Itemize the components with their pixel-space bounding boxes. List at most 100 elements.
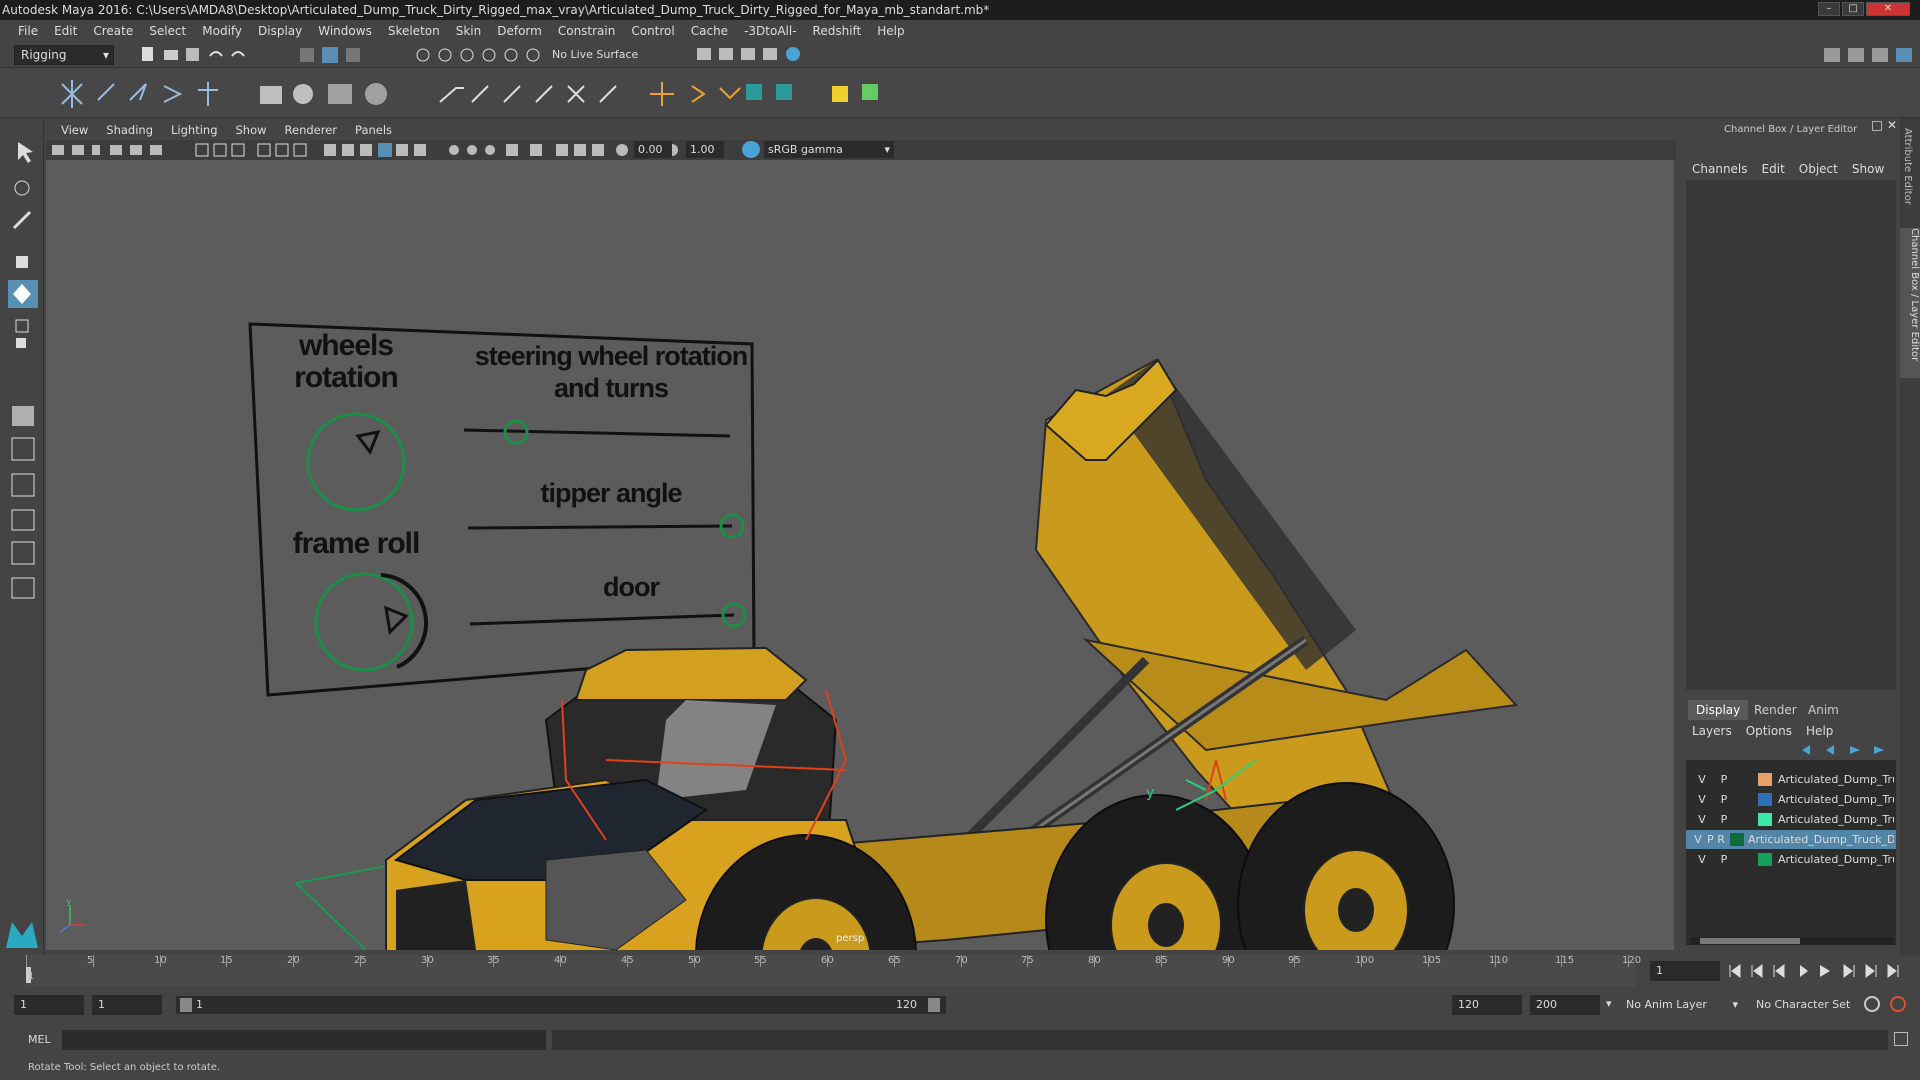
viewport-menu-shading[interactable]: Shading <box>97 123 162 137</box>
menu-skin[interactable]: Skin <box>448 24 490 38</box>
timeline-tick-label: 85 <box>1155 955 1168 966</box>
layer-color-swatch[interactable] <box>1758 853 1772 866</box>
chevron-down-icon[interactable]: ▾ <box>1606 997 1612 1010</box>
layer-playback-toggle[interactable]: P <box>1716 770 1732 789</box>
layer-row-selected[interactable]: V P R Articulated_Dump_Truck_Dirt <box>1686 830 1896 849</box>
range-end-handle[interactable] <box>928 998 940 1012</box>
layer-playback-toggle[interactable]: P <box>1716 810 1732 829</box>
channel-box-tab[interactable]: Channel Box / Layer Editor <box>1900 228 1920 378</box>
layer-menu-options[interactable]: Options <box>1746 724 1792 738</box>
layer-scrollbar[interactable] <box>1690 937 1894 945</box>
channel-box-menu-show[interactable]: Show <box>1852 162 1884 176</box>
layer-playback-toggle[interactable]: P R <box>1704 830 1728 849</box>
color-space-dropdown[interactable]: sRGB gamma ▾ <box>764 141 894 158</box>
viewport-menu-view[interactable]: View <box>52 123 97 137</box>
float-panel-icon[interactable] <box>1872 121 1882 131</box>
layer-visibility-toggle[interactable]: V <box>1694 770 1710 789</box>
time-slider[interactable]: 1 5 10 15 20 25 30 35 40 45 50 55 60 65 70 75 80 85 90 95 1… <box>0 955 1920 987</box>
perspective-viewport[interactable]: y wheels rotation steering wheel rotatio… <box>46 160 1674 950</box>
current-frame-field[interactable]: 1 <box>1650 961 1720 981</box>
menu-file[interactable]: File <box>10 24 46 38</box>
layer-color-swatch[interactable] <box>1758 793 1772 806</box>
menu-set-dropdown[interactable]: Rigging ▾ <box>14 45 114 65</box>
layout-icons[interactable] <box>1820 44 1916 66</box>
menu-select[interactable]: Select <box>141 24 194 38</box>
tab-render[interactable]: Render <box>1746 700 1805 720</box>
channel-box-menu-edit[interactable]: Edit <box>1762 162 1785 176</box>
viewport-toolbar-icons <box>52 143 678 157</box>
animation-end-field[interactable]: 200 <box>1530 995 1600 1015</box>
menu-edit[interactable]: Edit <box>46 24 85 38</box>
range-slider[interactable]: 1 120 <box>176 996 946 1014</box>
select-component-icon <box>346 48 360 62</box>
mel-label[interactable]: MEL <box>28 1033 51 1046</box>
command-input[interactable] <box>62 1030 546 1050</box>
layer-color-swatch[interactable] <box>1730 833 1744 846</box>
script-editor-icon[interactable] <box>1894 1032 1908 1046</box>
attribute-editor-tab[interactable]: Attribute Editor <box>1902 128 1913 205</box>
layer-color-swatch[interactable] <box>1758 773 1772 786</box>
channel-box-menu-channels[interactable]: Channels <box>1692 162 1748 176</box>
layer-playback-toggle[interactable]: P <box>1716 790 1732 809</box>
preferences-icon[interactable] <box>1890 996 1906 1012</box>
viewport-menu-renderer[interactable]: Renderer <box>276 123 347 137</box>
menu-display[interactable]: Display <box>250 24 310 38</box>
auto-key-icon[interactable] <box>1864 996 1880 1012</box>
save-scene-icon <box>186 48 199 61</box>
menu-create[interactable]: Create <box>85 24 141 38</box>
viewport-menu-show[interactable]: Show <box>227 123 276 137</box>
anim-layer-dropdown[interactable]: No Anim Layer ▾ <box>1622 995 1740 1015</box>
playback-end-field[interactable]: 120 <box>1452 995 1522 1015</box>
menu-help[interactable]: Help <box>869 24 912 38</box>
menu-constrain[interactable]: Constrain <box>550 24 624 38</box>
menu-skeleton[interactable]: Skeleton <box>380 24 448 38</box>
channel-box-icon <box>1896 48 1912 62</box>
menu-control[interactable]: Control <box>623 24 682 38</box>
layer-visibility-toggle[interactable]: V <box>1694 850 1710 869</box>
layer-scrollbar-thumb[interactable] <box>1700 938 1800 944</box>
close-panel-icon[interactable]: ✕ <box>1887 118 1897 132</box>
grid-icon <box>195 143 209 157</box>
range-start-handle[interactable] <box>180 998 192 1012</box>
animation-start-field[interactable]: 1 <box>14 995 84 1015</box>
frame-roll-label: frame roll <box>292 527 421 560</box>
menu-3dtoall[interactable]: -3DtoAll- <box>736 24 804 38</box>
layer-row[interactable]: V P Articulated_Dump_Truc <box>1686 850 1896 869</box>
select-object-icon <box>322 47 338 63</box>
tab-anim[interactable]: Anim <box>1800 700 1847 720</box>
maximize-button[interactable]: □ <box>1842 2 1864 16</box>
menu-cache[interactable]: Cache <box>683 24 736 38</box>
viewport-menu-panels[interactable]: Panels <box>346 123 401 137</box>
layer-visibility-toggle[interactable]: V <box>1694 790 1710 809</box>
layer-visibility-toggle[interactable]: V <box>1694 810 1710 829</box>
layer-color-swatch[interactable] <box>1758 813 1772 826</box>
tab-display[interactable]: Display <box>1688 700 1749 720</box>
layer-menu-layers[interactable]: Layers <box>1692 724 1732 738</box>
layer-tool-icons[interactable] <box>1796 742 1896 758</box>
menu-redshift[interactable]: Redshift <box>805 24 870 38</box>
live-surface-field[interactable]: No Live Surface <box>552 46 662 64</box>
layer-playback-toggle[interactable]: P <box>1716 850 1732 869</box>
exposure-field[interactable]: 0.00 <box>634 141 672 158</box>
view-axis-triad <box>59 905 86 933</box>
layer-row[interactable]: V P Articulated_Dump_Truc <box>1686 790 1896 809</box>
gamma-field[interactable]: 1.00 <box>686 141 724 158</box>
playback-start-field[interactable]: 1 <box>92 995 162 1015</box>
character-set-dropdown[interactable]: No Character Set <box>1752 995 1868 1015</box>
menu-windows[interactable]: Windows <box>310 24 380 38</box>
viewport-menu-lighting[interactable]: Lighting <box>162 123 226 137</box>
layer-menu-help[interactable]: Help <box>1806 724 1833 738</box>
menu-modify[interactable]: Modify <box>194 24 250 38</box>
layer-row[interactable]: V P Articulated_Dump_Truc <box>1686 810 1896 829</box>
resolution-gate-icon <box>231 143 245 157</box>
timeline-tick-label: 115 <box>1555 955 1575 966</box>
channel-box-menu-object[interactable]: Object <box>1799 162 1838 176</box>
channel-box-list[interactable] <box>1686 180 1896 690</box>
close-button[interactable]: ✕ <box>1866 2 1910 16</box>
minimize-button[interactable]: – <box>1818 2 1840 16</box>
time-slider-track[interactable]: 1 5 10 15 20 25 30 35 40 45 50 55 60 65 70 75 80 85 90 95 1… <box>26 955 1641 987</box>
joint-tool-icon <box>61 80 83 108</box>
menu-deform[interactable]: Deform <box>489 24 550 38</box>
color-management-icon[interactable] <box>742 141 760 158</box>
layer-row[interactable]: V P Articulated_Dump_Truc <box>1686 770 1896 789</box>
